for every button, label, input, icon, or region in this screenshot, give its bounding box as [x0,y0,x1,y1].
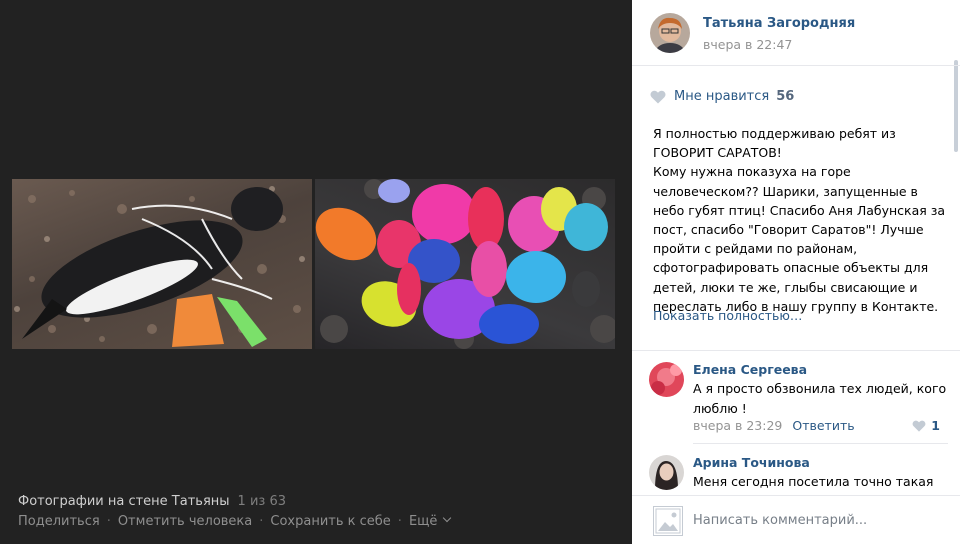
commenter-avatar[interactable] [649,455,684,490]
show-more-link[interactable]: Показать полностью… [653,308,802,323]
avatar-image [649,362,684,397]
separator: · [106,514,111,529]
post-time[interactable]: вчера в 22:47 [703,37,792,52]
comment-composer: Написать комментарий... [632,495,960,544]
like-count: 56 [776,89,795,104]
bird-illustration [14,186,305,347]
save-photo-link[interactable]: Сохранить к себе [270,514,390,529]
share-link[interactable]: Поделиться [18,514,100,529]
photo-actions: Поделиться · Отметить человека · Сохрани… [18,513,452,529]
post-text-line: Я полностью поддерживаю ребят из [653,126,896,141]
separator: · [259,514,264,529]
post-text-line: пройти с рейдами по районам, [653,241,858,257]
more-menu-link[interactable]: Ещё [408,513,452,529]
avatar-image [650,13,690,53]
balloons-illustration [315,179,615,349]
comment-like-button[interactable]: 1 [912,418,940,433]
separator: · [397,514,402,529]
commenter-avatar[interactable] [649,362,684,397]
my-avatar [653,506,683,536]
post-panel: Татьяна Загородняя вчера в 22:47 Мне нра… [632,0,960,544]
post-text-line: детей, люки те же, глыбы свисающие и [653,279,918,295]
like-label: Мне нравится [674,89,770,104]
comment-text: А я просто обзвонила тех людей, кого люб… [693,379,948,418]
heart-icon [912,420,926,432]
author-name[interactable]: Татьяна Загородняя [703,16,855,31]
more-label: Ещё [408,514,438,529]
post-text-line: небо губят птиц! Спасибо Аня Лабунская з… [653,202,946,218]
commenter-name[interactable]: Елена Сергеева [693,362,807,377]
post-text-line: человеческом?? Шарики, запущенные в [653,183,918,199]
photo-counter: 1 из 63 [237,494,286,509]
chevron-down-icon [443,513,452,523]
post-author-header: Татьяна Загородняя вчера в 22:47 [632,0,960,66]
post-text-line: Кому нужна показуха на горе [653,164,851,180]
post-text-line: пост, спасибо "Говорит Саратов"! Лучше [653,222,924,238]
comment-item: Арина Точинова Меня сегодня посетила точ… [632,444,960,496]
post-text-line: сфотографировать опасные объекты для [653,260,929,276]
commenter-name[interactable]: Арина Точинова [693,455,810,470]
comment-text-line: Меня сегодня посетила точно такая [693,474,934,489]
reply-link[interactable]: Ответить [792,418,854,433]
photo-balloons-half [314,179,615,349]
avatar-image [649,455,684,490]
comment-like-count: 1 [931,418,940,433]
heart-icon [650,90,666,103]
album-title[interactable]: Фотографии на стене Татьяны [18,494,230,509]
comment-text-line: люблю ! [693,400,747,416]
tag-person-link[interactable]: Отметить человека [118,514,252,529]
post-text-line: ГОВОРИТ САРАТОВ! [653,145,782,161]
photo-caption: Фотографии на стене Татьяны 1 из 63 [18,494,286,509]
comment-item: Елена Сергеева А я просто обзвонила тех … [632,351,960,443]
photo-divider [312,179,315,349]
comment-input[interactable]: Написать комментарий... [693,513,867,528]
author-avatar[interactable] [650,13,690,53]
scrollbar[interactable] [954,60,958,152]
photo[interactable] [12,179,615,349]
comment-text: Меня сегодня посетила точно такая [693,472,948,492]
comment-text-line: А я просто обзвонила тех людей, кого [693,381,947,396]
photo-bird-half [12,179,314,349]
photo-viewer: Фотографии на стене Татьяны 1 из 63 Подел… [0,0,632,544]
like-button[interactable]: Мне нравится 56 [650,89,794,104]
comment-time[interactable]: вчера в 23:29 [693,418,782,433]
image-placeholder-icon [655,508,681,534]
comment-meta: вчера в 23:29 Ответить [693,418,855,433]
post-text: Я полностью поддерживаю ребят из ГОВОРИТ… [653,124,949,316]
